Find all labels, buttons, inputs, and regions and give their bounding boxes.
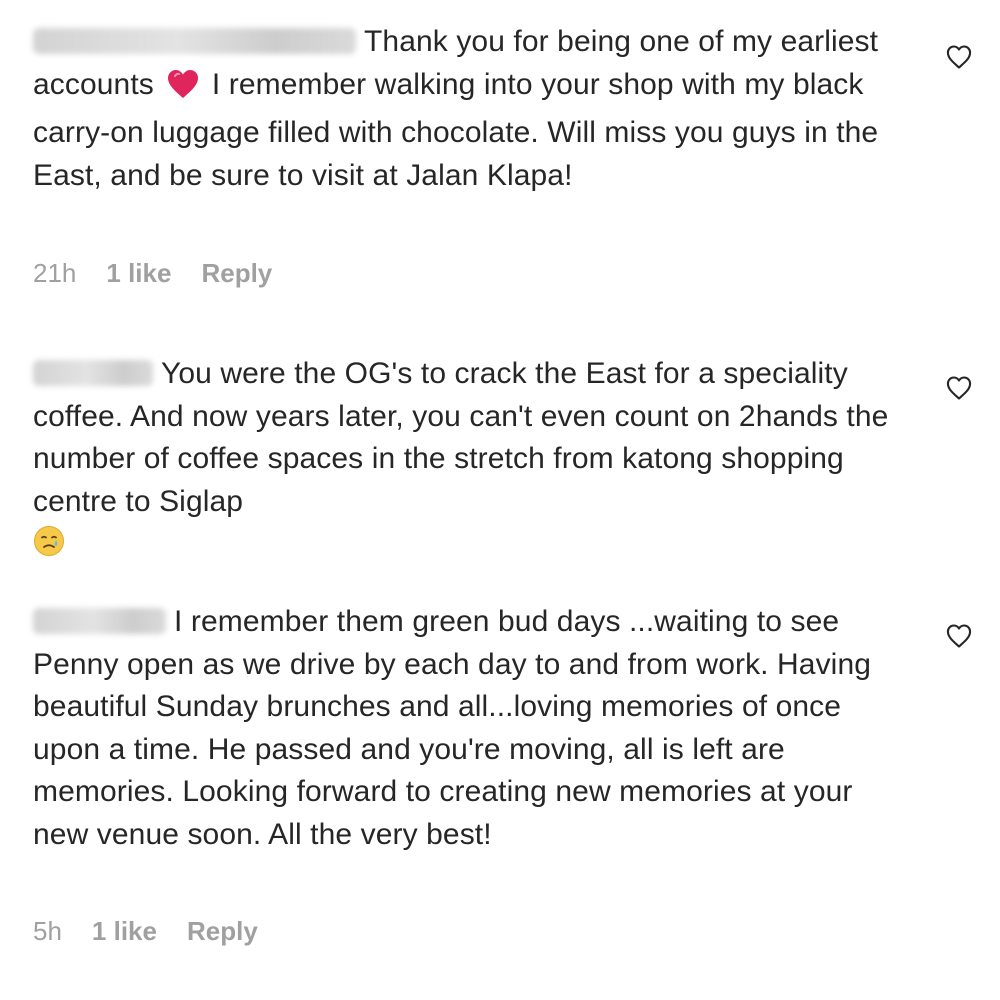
comment-3-body: I remember them green bud days ...waitin… (33, 601, 913, 856)
comment-1-username-blurred[interactable] (33, 28, 356, 54)
comment-1-body: Thank you for being one of my earliest a… (33, 21, 913, 197)
comment-3: I remember them green bud days ...waitin… (33, 601, 913, 856)
heart-outline-icon[interactable] (945, 374, 973, 402)
heart-outline-icon[interactable] (945, 622, 973, 650)
comment-1-text-part-2: I remember walking into your shop with m… (33, 67, 879, 192)
comment-3-text: I remember them green bud days ...waitin… (33, 605, 872, 851)
comment-2: You were the OG's to crack the East for … (33, 353, 913, 570)
comment-3-likes[interactable]: 1 like (92, 916, 157, 946)
red-heart-emoji-icon (166, 68, 200, 113)
comment-2-body: You were the OG's to crack the East for … (33, 353, 913, 570)
comment-1: Thank you for being one of my earliest a… (33, 21, 913, 197)
comment-3-reply-button[interactable]: Reply (187, 916, 258, 946)
comment-1-reply-button[interactable]: Reply (201, 258, 272, 288)
crying-face-emoji-icon (33, 525, 65, 570)
comment-1-likes[interactable]: 1 like (106, 258, 171, 288)
comment-3-username-blurred[interactable] (33, 608, 166, 634)
comment-2-username-blurred[interactable] (33, 360, 153, 386)
comment-1-time: 21h (33, 258, 77, 288)
heart-outline-icon[interactable] (945, 43, 973, 71)
comment-3-time: 5h (33, 916, 62, 946)
comments-list: Thank you for being one of my earliest a… (0, 0, 1000, 1000)
comment-3-meta: 5h 1 like Reply (33, 916, 258, 946)
comment-2-text: You were the OG's to crack the East for … (33, 357, 889, 518)
comment-1-meta: 21h 1 like Reply (33, 258, 272, 288)
